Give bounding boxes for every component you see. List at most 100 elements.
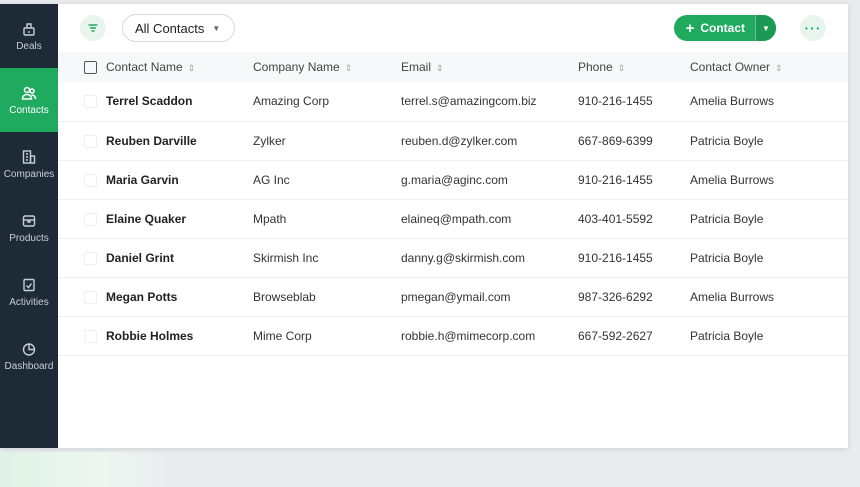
contact-name-cell[interactable]: Maria Garvin: [106, 160, 253, 199]
contact-name-cell[interactable]: Daniel Grint: [106, 238, 253, 277]
table-row[interactable]: Robbie Holmes Mime Corp robbie.h@mimecor…: [58, 316, 848, 355]
company-name-cell: Skirmish Inc: [253, 250, 319, 265]
phone-cell[interactable]: 667-869-6399: [578, 121, 690, 160]
activities-icon: [23, 278, 35, 291]
contacts-icon: [21, 86, 37, 100]
add-options-dropdown[interactable]: ▼: [755, 15, 776, 41]
sidebar-item-label: Activities: [9, 296, 49, 308]
bottom-decoration: [0, 452, 170, 487]
column-label: Contact Name: [106, 60, 183, 74]
email-cell[interactable]: terrel.s@amazingcom.biz: [401, 82, 578, 121]
app-window: Deals Contacts Companies Products Activi…: [0, 4, 848, 448]
contact-name-cell[interactable]: Megan Potts: [106, 277, 253, 316]
add-contact-main[interactable]: + Contact: [674, 15, 755, 41]
sidebar-item-label: Deals: [16, 40, 42, 52]
phone-cell[interactable]: 910-216-1455: [578, 82, 690, 121]
column-label: Phone: [578, 60, 613, 74]
company-name-cell: Mpath: [253, 211, 287, 226]
view-selector[interactable]: All Contacts ▼: [122, 14, 236, 42]
sidebar-item-dashboard[interactable]: Dashboard: [0, 324, 58, 388]
dashboard-icon: [22, 342, 36, 356]
contacts-table: Contact Name ⇕ Company Name ⇕ Email ⇕ Phone…: [58, 52, 848, 356]
row-checkbox[interactable]: [84, 290, 97, 304]
company-name-cell: AG Inc: [253, 172, 290, 187]
table-row[interactable]: Reuben Darville Zylker reuben.d@zylker.c…: [58, 121, 848, 160]
companies-icon: [22, 149, 36, 164]
row-checkbox[interactable]: [84, 329, 97, 343]
sidebar-item-label: Products: [9, 232, 49, 244]
email-cell[interactable]: reuben.d@zylker.com: [401, 121, 578, 160]
sidebar-item-activities[interactable]: Activities: [0, 260, 58, 324]
row-checkbox[interactable]: [84, 134, 97, 148]
company-name-cell: Mime Corp: [253, 328, 312, 343]
row-select-cell: [58, 316, 106, 355]
row-select-cell: [58, 121, 106, 160]
sidebar-item-deals[interactable]: Deals: [0, 4, 58, 68]
column-label: Email: [401, 60, 432, 74]
deals-icon: [23, 22, 35, 36]
email-cell[interactable]: elaineq@mpath.com: [401, 199, 578, 238]
add-contact-label: Contact: [700, 21, 745, 35]
contact-owner-cell: Patricia Boyle: [690, 250, 764, 265]
add-contact-button[interactable]: + Contact ▼: [673, 15, 776, 41]
chevron-down-icon: ▼: [762, 23, 770, 33]
sort-icon: ⇕: [187, 63, 196, 73]
column-header-email[interactable]: Email ⇕: [401, 52, 578, 82]
sort-icon: ⇕: [775, 63, 783, 73]
row-checkbox[interactable]: [84, 95, 97, 109]
table-row[interactable]: Maria Garvin AG Inc g.maria@aginc.com 91…: [58, 160, 848, 199]
table-row[interactable]: Terrel Scaddon Amazing Corp terrel.s@ama…: [58, 82, 848, 121]
column-label: Contact Owner: [690, 60, 771, 74]
row-checkbox[interactable]: [84, 212, 97, 226]
contact-owner-cell: Patricia Boyle: [690, 133, 764, 148]
filter-icon: [88, 24, 98, 32]
column-header-phone[interactable]: Phone ⇕: [578, 52, 690, 82]
company-name-cell: Zylker: [253, 133, 286, 148]
contact-name-cell[interactable]: Elaine Quaker: [106, 199, 253, 238]
phone-cell[interactable]: 910-216-1455: [578, 238, 690, 277]
contact-owner-cell: Amelia Burrows: [690, 94, 775, 109]
sidebar-item-products[interactable]: Products: [0, 196, 58, 260]
table-row[interactable]: Megan Potts Browseblab pmegan@ymail.com …: [58, 277, 848, 316]
email-cell[interactable]: g.maria@aginc.com: [401, 160, 578, 199]
company-name-cell: Browseblab: [253, 289, 316, 304]
filter-button[interactable]: [80, 15, 106, 41]
select-all-checkbox[interactable]: [84, 61, 97, 75]
sort-icon: ⇕: [436, 63, 444, 73]
toolbar: All Contacts ▼ + Contact ▼ ···: [58, 4, 848, 52]
contact-owner-cell: Patricia Boyle: [690, 211, 764, 226]
sidebar-item-contacts[interactable]: Contacts: [0, 68, 58, 132]
more-options-button[interactable]: ···: [800, 15, 826, 41]
contact-name-cell[interactable]: Reuben Darville: [106, 121, 253, 160]
email-cell[interactable]: danny.g@skirmish.com: [401, 238, 578, 277]
row-select-cell: [58, 199, 106, 238]
sidebar-item-companies[interactable]: Companies: [0, 132, 58, 196]
table-row[interactable]: Daniel Grint Skirmish Inc danny.g@skirmi…: [58, 238, 848, 277]
row-checkbox[interactable]: [84, 173, 97, 187]
column-header-contact-owner[interactable]: Contact Owner ⇕: [690, 52, 848, 82]
row-select-cell: [58, 238, 106, 277]
row-select-cell: [58, 160, 106, 199]
row-checkbox[interactable]: [84, 251, 97, 265]
phone-cell[interactable]: 987-326-6292: [578, 277, 690, 316]
sort-icon: ⇕: [617, 63, 626, 73]
sidebar-item-label: Contacts: [9, 104, 49, 116]
more-icon: ···: [804, 20, 822, 36]
plus-icon: +: [685, 19, 695, 37]
email-cell[interactable]: pmegan@ymail.com: [401, 277, 578, 316]
table-header-row: Contact Name ⇕ Company Name ⇕ Email ⇕ Phone…: [58, 52, 848, 82]
contact-name-cell[interactable]: Robbie Holmes: [106, 316, 253, 355]
contact-owner-cell: Amelia Burrows: [690, 172, 775, 187]
contact-owner-cell: Patricia Boyle: [690, 328, 764, 343]
table-row[interactable]: Elaine Quaker Mpath elaineq@mpath.com 40…: [58, 199, 848, 238]
column-header-company-name[interactable]: Company Name ⇕: [253, 52, 401, 82]
email-cell[interactable]: robbie.h@mimecorp.com: [401, 316, 578, 355]
sidebar: Deals Contacts Companies Products Activi…: [0, 4, 58, 448]
sidebar-item-label: Dashboard: [4, 360, 54, 372]
column-header-contact-name[interactable]: Contact Name ⇕: [106, 52, 253, 82]
products-icon: [22, 214, 36, 227]
contact-name-cell[interactable]: Terrel Scaddon: [106, 82, 253, 121]
phone-cell[interactable]: 910-216-1455: [578, 160, 690, 199]
phone-cell[interactable]: 667-592-2627: [578, 316, 690, 355]
phone-cell[interactable]: 403-401-5592: [578, 199, 690, 238]
